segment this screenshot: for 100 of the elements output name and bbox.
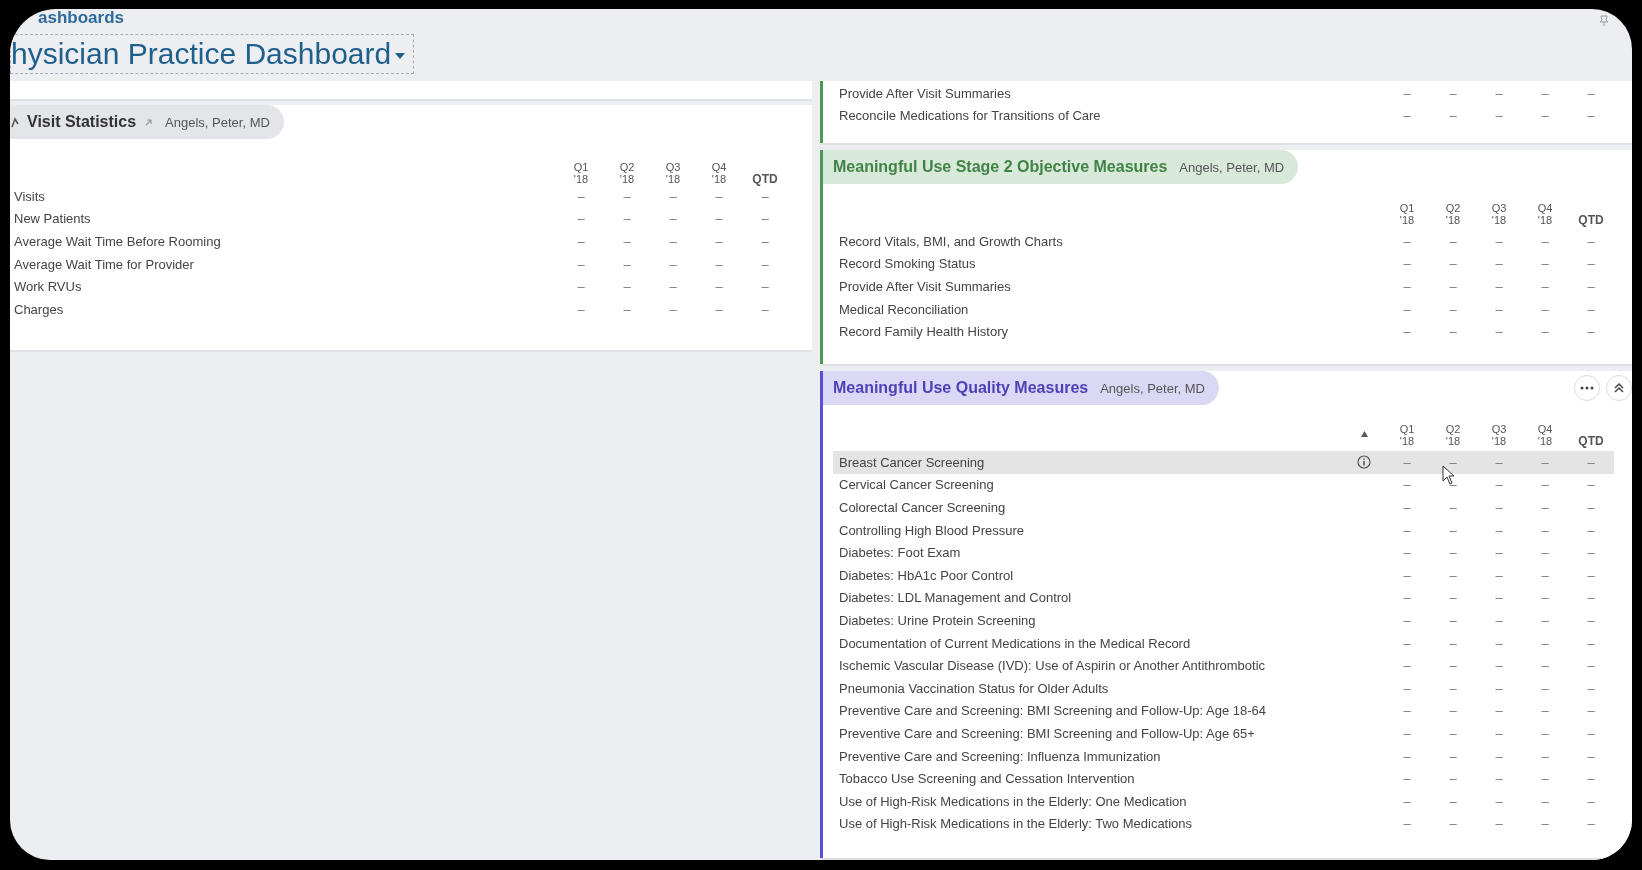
measure-row[interactable]: Pneumonia Vaccination Status for Older Adults – – – – – [823,676,1614,700]
table-cell-text: – [1586,725,1596,741]
measure-row[interactable]: Breast Cancer Screening – – – – – [833,451,1614,474]
table-cell-text: – [1448,279,1458,294]
table-cell-text: – [1494,324,1504,340]
table-cell-text: – [1540,748,1550,764]
row-label: Provide After Visit Summaries [839,279,1012,294]
table-cell-text: – [576,234,586,249]
table-cell-text: – [1586,477,1596,493]
table-cell-text: – [1402,522,1412,538]
row-label: Diabetes: Urine Protein Screening [839,612,1037,628]
table-cell-text: – [1494,500,1504,515]
measure-row[interactable]: Tobacco Use Screening and Cessation Intervention – – – – – [823,767,1614,790]
table-cell-text: – [1448,680,1458,696]
table-cell-text: – [1494,658,1504,674]
table-cell-text: – [576,301,586,317]
column-header: Q1 '18 [1398,423,1416,447]
measure-row[interactable]: Use of High-Risk Medications in the Elderly: One Medication – – – – – [823,789,1614,813]
measure-row[interactable]: Use of High-Risk Medications in the Elderly: Two Medications – – – – – [823,812,1614,836]
table-cell-text: – [1494,108,1504,124]
table-cell-text: – [622,301,632,317]
table-cell-text: – [1402,85,1412,101]
measure-row[interactable]: Preventive Care and Screening: BMI Screening and Follow-Up: Age 18-64 – – – – – [823,699,1614,723]
table-cell-text: – [1586,256,1596,272]
table-cell-text: – [1586,279,1596,294]
table-cell-text: – [1540,771,1550,787]
table-cell-text: – [1540,612,1550,628]
table-cell-text: – [1586,233,1596,249]
column-header: QTD [1577,214,1605,226]
row-label: Diabetes: Foot Exam [839,545,962,561]
table-cell-text: – [668,256,678,272]
row-label: Reconcile Medications for Transitions of Care [839,108,1102,124]
table-cell-text: – [1540,793,1550,809]
table-cell-text: – [1448,477,1458,493]
table-cell-text: – [1402,725,1412,741]
table-cell-text: – [1540,108,1550,124]
table-cell-text: – [1540,725,1550,741]
table-cell-text: – [1448,324,1458,340]
table-cell-text: – [1402,454,1412,470]
panel-title: Meaningful Use Stage 2 Objective Measures [833,158,1168,176]
table-cell-text: – [714,211,724,227]
measure-row[interactable]: Controlling High Blood Pressure – – – – – [823,518,1614,542]
table-cell-text: – [1402,658,1412,674]
table-cell-text: – [1448,233,1458,249]
collapse-button[interactable] [1606,375,1632,401]
table-cell-text: – [714,256,724,272]
table-cell-text: – [1494,545,1504,561]
table-cell-text: – [1586,748,1596,764]
table-cell-text: – [1540,522,1550,538]
table-cell-text: – [1494,590,1504,606]
table-cell-text: – [1540,233,1550,249]
measure-row[interactable]: Preventive Care and Screening: BMI Screening and Follow-Up: Age 65+ – – – – – [823,722,1614,745]
table-cell-text: – [1448,725,1458,741]
measure-row[interactable]: Colorectal Cancer Screening – – – – – [823,496,1614,519]
table-cell-text: – [1402,612,1412,628]
measure-row[interactable]: Ischemic Vascular Disease (IVD): Use of Aspirin or Another Antithrombotic – – – – – [823,654,1614,677]
table-cell-text: – [1448,590,1458,606]
table-cell-text: – [1586,500,1596,515]
table-cell-text: – [1494,635,1504,651]
row-label: Diabetes: LDL Management and Control [839,590,1073,606]
table-cell-text: – [760,188,770,204]
table-cell-text: – [1448,748,1458,764]
table-cell-text: – [1494,522,1504,538]
table-cell-text: – [1448,522,1458,538]
measure-row[interactable]: Cervical Cancer Screening – – – – – [823,473,1614,497]
measure-row[interactable]: Documentation of Current Medications in the Medical Record – – – – – [823,631,1614,655]
table-cell-text: – [1402,279,1412,294]
breadcrumb-link[interactable]: ashboards [38,9,1632,27]
row-label: Pneumonia Vaccination Status for Older Adults [839,680,1110,696]
table-cell-text: – [1402,233,1412,249]
row-label: Preventive Care and Screening: BMI Screening and Follow-Up: Age 65+ [839,725,1256,741]
table-cell-text: – [714,279,724,295]
table-cell-text: – [1402,816,1412,832]
measure-row[interactable]: Diabetes: HbA1c Poor Control – – – – – [823,563,1614,587]
column-header: Q1 '18 [572,161,590,185]
table-cell-text: – [576,256,586,272]
measure-row[interactable]: Diabetes: Urine Protein Screening – – – – – [823,609,1614,632]
table-cell-text: – [1402,590,1412,606]
measure-row[interactable]: Diabetes: Foot Exam – – – – – [823,541,1614,564]
table-cell-text: – [1494,256,1504,272]
table-cell-text: – [668,211,678,227]
table-cell-text: – [1402,703,1412,719]
measure-row[interactable]: Diabetes: LDL Management and Control – – – – – [823,586,1614,610]
measure-row[interactable]: Preventive Care and Screening: Influenza Immunization – – – – – [823,744,1614,768]
info-icon[interactable] [1357,455,1371,470]
table-cell-text: – [760,279,770,295]
table-cell-text: – [668,279,678,295]
sort-icon[interactable] [1360,431,1368,437]
row-label: Use of High-Risk Medications in the Elderly: One Medication [839,793,1188,809]
table-cell-text: – [1540,680,1550,696]
table-cell-text: – [1402,324,1412,340]
table-cell-text: – [1586,635,1596,651]
table-cell-text: – [1540,703,1550,719]
row-label: Use of High-Risk Medications in the Elderly: Two Medications [839,816,1194,832]
table-cell-text: – [1586,816,1596,832]
table-cell-text: – [1494,454,1504,470]
table-cell-text: – [1540,658,1550,674]
dashboard-selector[interactable]: hysician Practice Dashboard [10,34,415,74]
table-cell-text: – [1494,279,1504,294]
table-cell-text: – [1586,590,1596,606]
